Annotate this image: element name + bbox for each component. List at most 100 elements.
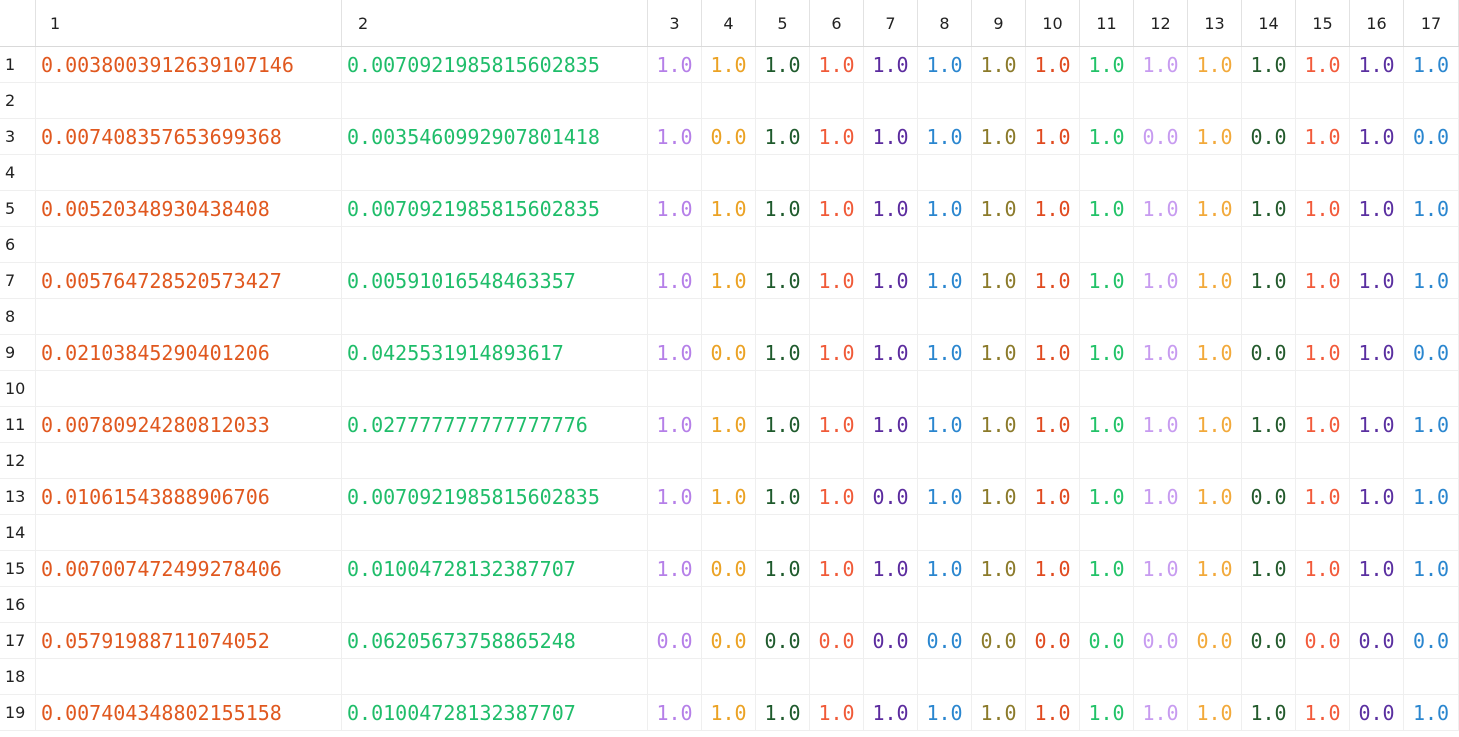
table-cell[interactable]: 1.0 (756, 479, 810, 515)
column-header-2[interactable]: 2 (342, 0, 648, 46)
table-cell[interactable]: 1.0 (972, 335, 1026, 371)
table-cell[interactable] (342, 299, 648, 335)
table-cell[interactable]: 1.0 (1026, 119, 1080, 155)
table-cell[interactable] (1188, 443, 1242, 479)
table-cell[interactable]: 1.0 (1296, 479, 1350, 515)
table-cell[interactable] (810, 587, 864, 623)
table-cell[interactable] (702, 659, 756, 695)
table-cell[interactable]: 0.01061543888906706 (36, 479, 342, 515)
table-cell[interactable] (1296, 155, 1350, 191)
table-cell[interactable] (702, 227, 756, 263)
table-cell[interactable]: 0.0035460992907801418 (342, 119, 648, 155)
table-cell[interactable]: 1.0 (1350, 191, 1404, 227)
table-cell[interactable]: 1.0 (1296, 191, 1350, 227)
table-cell[interactable]: 1.0 (702, 695, 756, 731)
table-cell[interactable] (1188, 83, 1242, 119)
table-cell[interactable] (1350, 155, 1404, 191)
table-cell[interactable] (36, 515, 342, 551)
table-cell[interactable]: 0.0 (1350, 623, 1404, 659)
table-cell[interactable] (1080, 587, 1134, 623)
column-header-6[interactable]: 6 (810, 0, 864, 46)
table-cell[interactable]: 1.0 (1080, 335, 1134, 371)
table-cell[interactable] (1296, 659, 1350, 695)
table-cell[interactable] (1350, 371, 1404, 407)
table-cell[interactable]: 1.0 (1134, 47, 1188, 83)
table-cell[interactable]: 1.0 (1296, 695, 1350, 731)
table-cell[interactable]: 0.007007472499278406 (36, 551, 342, 587)
table-cell[interactable] (1242, 515, 1296, 551)
row-number[interactable]: 12 (0, 443, 36, 479)
row-number[interactable]: 18 (0, 659, 36, 695)
table-cell[interactable] (1242, 155, 1296, 191)
table-cell[interactable]: 0.0 (648, 623, 702, 659)
table-cell[interactable] (1080, 155, 1134, 191)
table-cell[interactable] (1026, 515, 1080, 551)
table-cell[interactable]: 0.0 (1242, 479, 1296, 515)
table-cell[interactable]: 1.0 (1296, 335, 1350, 371)
table-cell[interactable] (342, 371, 648, 407)
table-cell[interactable]: 1.0 (864, 695, 918, 731)
table-cell[interactable] (1026, 371, 1080, 407)
table-cell[interactable]: 0.0 (864, 623, 918, 659)
table-cell[interactable] (756, 227, 810, 263)
table-cell[interactable]: 1.0 (1350, 47, 1404, 83)
table-cell[interactable] (972, 443, 1026, 479)
table-cell[interactable] (864, 371, 918, 407)
table-cell[interactable] (918, 443, 972, 479)
table-cell[interactable] (342, 227, 648, 263)
column-header-4[interactable]: 4 (702, 0, 756, 46)
table-cell[interactable] (342, 659, 648, 695)
row-number[interactable]: 16 (0, 587, 36, 623)
table-cell[interactable] (1188, 515, 1242, 551)
table-cell[interactable] (1026, 155, 1080, 191)
table-cell[interactable]: 0.0 (972, 623, 1026, 659)
table-cell[interactable]: 1.0 (810, 47, 864, 83)
table-cell[interactable]: 1.0 (648, 47, 702, 83)
column-header-3[interactable]: 3 (648, 0, 702, 46)
table-cell[interactable] (1350, 299, 1404, 335)
table-cell[interactable] (1026, 83, 1080, 119)
table-cell[interactable]: 1.0 (1026, 551, 1080, 587)
table-cell[interactable] (1080, 515, 1134, 551)
table-cell[interactable]: 0.0 (1080, 623, 1134, 659)
table-cell[interactable] (1080, 227, 1134, 263)
table-cell[interactable] (918, 227, 972, 263)
table-cell[interactable]: 1.0 (1242, 47, 1296, 83)
table-cell[interactable]: 1.0 (1134, 263, 1188, 299)
table-cell[interactable]: 1.0 (648, 191, 702, 227)
table-cell[interactable] (702, 515, 756, 551)
table-cell[interactable]: 1.0 (1404, 263, 1459, 299)
table-cell[interactable]: 0.0070921985815602835 (342, 47, 648, 83)
table-cell[interactable] (1134, 371, 1188, 407)
table-cell[interactable]: 1.0 (1134, 335, 1188, 371)
table-cell[interactable] (702, 155, 756, 191)
table-cell[interactable]: 1.0 (810, 119, 864, 155)
table-cell[interactable] (1134, 299, 1188, 335)
table-cell[interactable]: 1.0 (864, 407, 918, 443)
table-cell[interactable]: 1.0 (918, 191, 972, 227)
row-number[interactable]: 17 (0, 623, 36, 659)
table-cell[interactable]: 1.0 (648, 119, 702, 155)
row-number[interactable]: 15 (0, 551, 36, 587)
table-cell[interactable]: 1.0 (756, 47, 810, 83)
table-cell[interactable] (1242, 587, 1296, 623)
table-cell[interactable] (1350, 587, 1404, 623)
table-cell[interactable]: 1.0 (756, 335, 810, 371)
table-cell[interactable]: 1.0 (1350, 479, 1404, 515)
table-cell[interactable]: 1.0 (1188, 119, 1242, 155)
table-cell[interactable]: 1.0 (864, 263, 918, 299)
table-cell[interactable]: 1.0 (810, 695, 864, 731)
table-cell[interactable]: 1.0 (1080, 47, 1134, 83)
table-cell[interactable] (1296, 371, 1350, 407)
table-cell[interactable]: 1.0 (756, 407, 810, 443)
table-cell[interactable]: 1.0 (756, 263, 810, 299)
table-cell[interactable]: 1.0 (1242, 263, 1296, 299)
table-cell[interactable]: 1.0 (1026, 47, 1080, 83)
table-cell[interactable] (702, 443, 756, 479)
row-number[interactable]: 1 (0, 47, 36, 83)
table-cell[interactable]: 1.0 (864, 47, 918, 83)
table-cell[interactable] (648, 83, 702, 119)
table-cell[interactable]: 0.0038003912639107146 (36, 47, 342, 83)
table-cell[interactable] (918, 83, 972, 119)
table-cell[interactable] (972, 155, 1026, 191)
